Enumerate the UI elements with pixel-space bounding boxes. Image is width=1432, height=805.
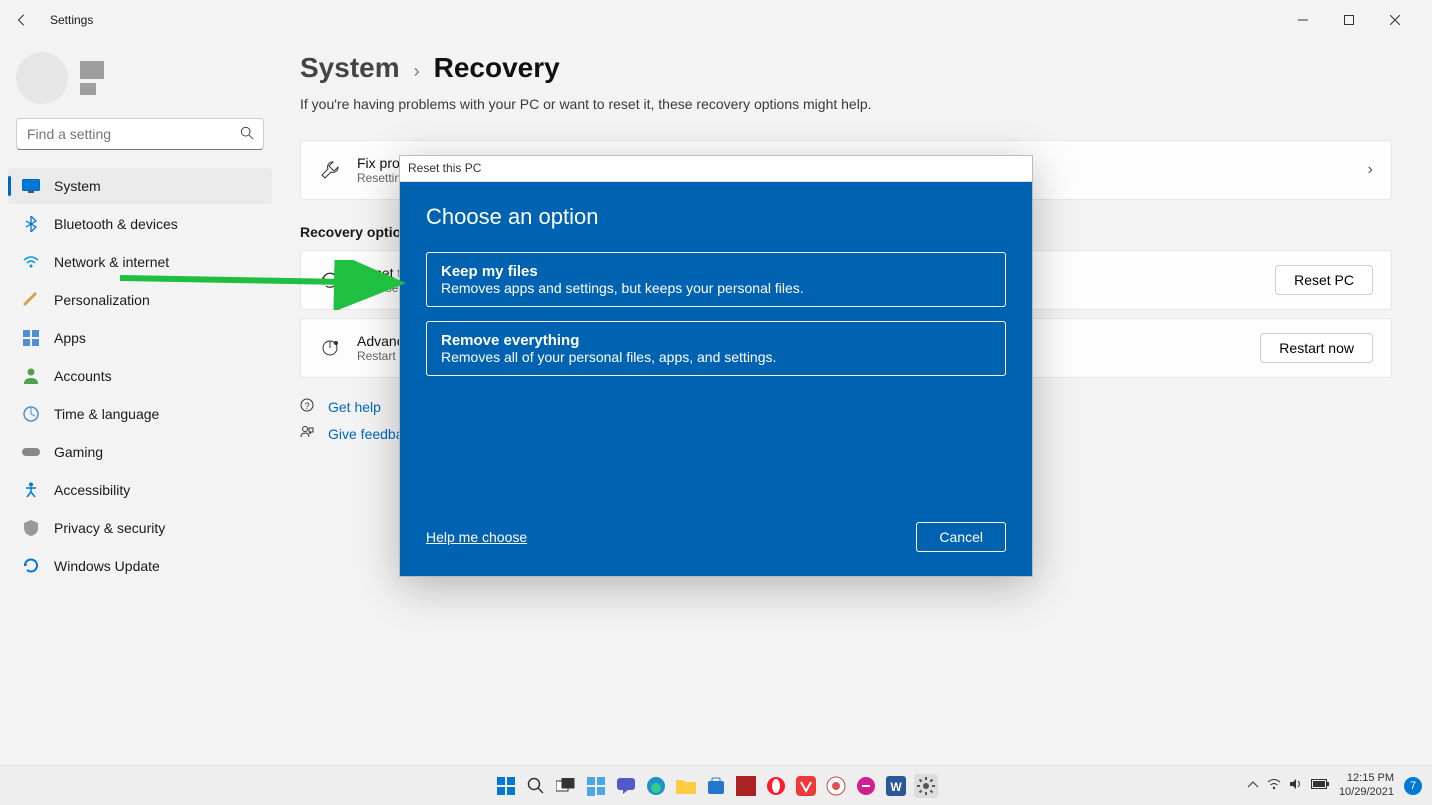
window-titlebar: Settings <box>0 0 1432 40</box>
sidebar-item-label: Privacy & security <box>54 520 165 536</box>
notification-badge[interactable]: 7 <box>1404 777 1422 795</box>
game-icon <box>22 443 40 461</box>
user-name-placeholder <box>80 61 104 79</box>
option-title: Remove everything <box>441 332 991 349</box>
link-label: Get help <box>328 399 381 415</box>
reset-icon <box>319 269 341 291</box>
file-explorer-icon[interactable] <box>674 774 698 798</box>
dialog-heading: Choose an option <box>426 204 1006 230</box>
wrench-icon <box>319 159 341 181</box>
chevron-right-icon: › <box>414 61 420 82</box>
sidebar-item-label: Personalization <box>54 292 150 308</box>
start-button[interactable] <box>494 774 518 798</box>
sidebar-item-personalization[interactable]: Personalization <box>8 282 272 318</box>
maximize-button[interactable] <box>1326 4 1372 36</box>
remove-everything-option[interactable]: Remove everything Removes all of your pe… <box>426 321 1006 376</box>
update-icon <box>22 557 40 575</box>
sidebar-item-label: Time & language <box>54 406 159 422</box>
volume-tray-icon[interactable] <box>1289 778 1303 793</box>
help-me-choose-link[interactable]: Help me choose <box>426 529 527 545</box>
window-title: Settings <box>50 13 93 27</box>
back-button[interactable] <box>14 12 30 28</box>
battery-tray-icon[interactable] <box>1311 779 1329 792</box>
user-email-placeholder <box>80 83 96 95</box>
apps-icon <box>22 329 40 347</box>
chat-button[interactable] <box>614 774 638 798</box>
breadcrumb-parent[interactable]: System <box>300 52 400 84</box>
sidebar-item-gaming[interactable]: Gaming <box>8 434 272 470</box>
sidebar-item-network[interactable]: Network & internet <box>8 244 272 280</box>
app-icon[interactable] <box>734 774 758 798</box>
app-icon-2[interactable] <box>824 774 848 798</box>
taskbar-date: 10/29/2021 <box>1339 786 1394 799</box>
sidebar-item-label: System <box>54 178 101 194</box>
task-view-button[interactable] <box>554 774 578 798</box>
taskbar-clock[interactable]: 12:15 PM 10/29/2021 <box>1339 772 1394 798</box>
sidebar: System Bluetooth & devices Network & int… <box>0 40 280 765</box>
sidebar-item-privacy[interactable]: Privacy & security <box>8 510 272 546</box>
taskbar: W 12:15 PM 10/29/2021 7 <box>0 765 1432 805</box>
opera-icon[interactable] <box>764 774 788 798</box>
reset-pc-button[interactable]: Reset PC <box>1275 265 1373 295</box>
sidebar-item-time-language[interactable]: Time & language <box>8 396 272 432</box>
sidebar-item-bluetooth[interactable]: Bluetooth & devices <box>8 206 272 242</box>
sidebar-item-label: Bluetooth & devices <box>54 216 178 232</box>
avatar <box>16 52 68 104</box>
sidebar-item-label: Accounts <box>54 368 112 384</box>
option-description: Removes apps and settings, but keeps you… <box>441 280 991 296</box>
minimize-button[interactable] <box>1280 4 1326 36</box>
wifi-tray-icon[interactable] <box>1267 779 1281 793</box>
restart-now-button[interactable]: Restart now <box>1260 333 1373 363</box>
person-icon <box>22 367 40 385</box>
search-taskbar-button[interactable] <box>524 774 548 798</box>
reset-pc-dialog: Reset this PC Choose an option Keep my f… <box>399 155 1033 577</box>
sidebar-item-label: Apps <box>54 330 86 346</box>
word-icon[interactable]: W <box>884 774 908 798</box>
page-title: Recovery <box>434 52 560 84</box>
sidebar-item-windows-update[interactable]: Windows Update <box>8 548 272 584</box>
sidebar-item-system[interactable]: System <box>8 168 272 204</box>
display-icon <box>22 177 40 195</box>
close-button[interactable] <box>1372 4 1418 36</box>
page-subtitle: If you're having problems with your PC o… <box>300 96 1392 112</box>
accessibility-icon <box>22 481 40 499</box>
option-description: Removes all of your personal files, apps… <box>441 349 991 365</box>
help-icon: ? <box>300 398 316 415</box>
svg-text:?: ? <box>304 401 309 411</box>
search-input[interactable] <box>16 118 264 150</box>
sidebar-item-label: Accessibility <box>54 482 130 498</box>
breadcrumb: System › Recovery <box>300 52 1392 84</box>
bluetooth-icon <box>22 215 40 233</box>
sidebar-item-accounts[interactable]: Accounts <box>8 358 272 394</box>
app-icon-3[interactable] <box>854 774 878 798</box>
nav-list: System Bluetooth & devices Network & int… <box>8 168 272 584</box>
sidebar-item-label: Network & internet <box>54 254 169 270</box>
keep-my-files-option[interactable]: Keep my files Removes apps and settings,… <box>426 252 1006 307</box>
sidebar-item-accessibility[interactable]: Accessibility <box>8 472 272 508</box>
sidebar-item-label: Gaming <box>54 444 103 460</box>
search-icon <box>240 126 254 145</box>
wifi-icon <box>22 253 40 271</box>
dialog-window-title: Reset this PC <box>400 156 1032 182</box>
vivaldi-icon[interactable] <box>794 774 818 798</box>
sidebar-item-apps[interactable]: Apps <box>8 320 272 356</box>
widgets-button[interactable] <box>584 774 608 798</box>
power-advanced-icon <box>319 337 341 359</box>
sidebar-item-label: Windows Update <box>54 558 160 574</box>
tray-chevron-icon[interactable] <box>1247 780 1259 792</box>
svg-text:W: W <box>890 780 902 794</box>
feedback-icon <box>300 425 316 442</box>
microsoft-store-icon[interactable] <box>704 774 728 798</box>
user-account-block[interactable] <box>16 50 264 106</box>
globe-clock-icon <box>22 405 40 423</box>
taskbar-time: 12:15 PM <box>1339 772 1394 785</box>
edge-icon[interactable] <box>644 774 668 798</box>
cancel-button[interactable]: Cancel <box>916 522 1006 552</box>
option-title: Keep my files <box>441 263 991 280</box>
shield-icon <box>22 519 40 537</box>
settings-taskbar-icon[interactable] <box>914 774 938 798</box>
brush-icon <box>22 291 40 309</box>
chevron-right-icon: › <box>1368 161 1373 179</box>
